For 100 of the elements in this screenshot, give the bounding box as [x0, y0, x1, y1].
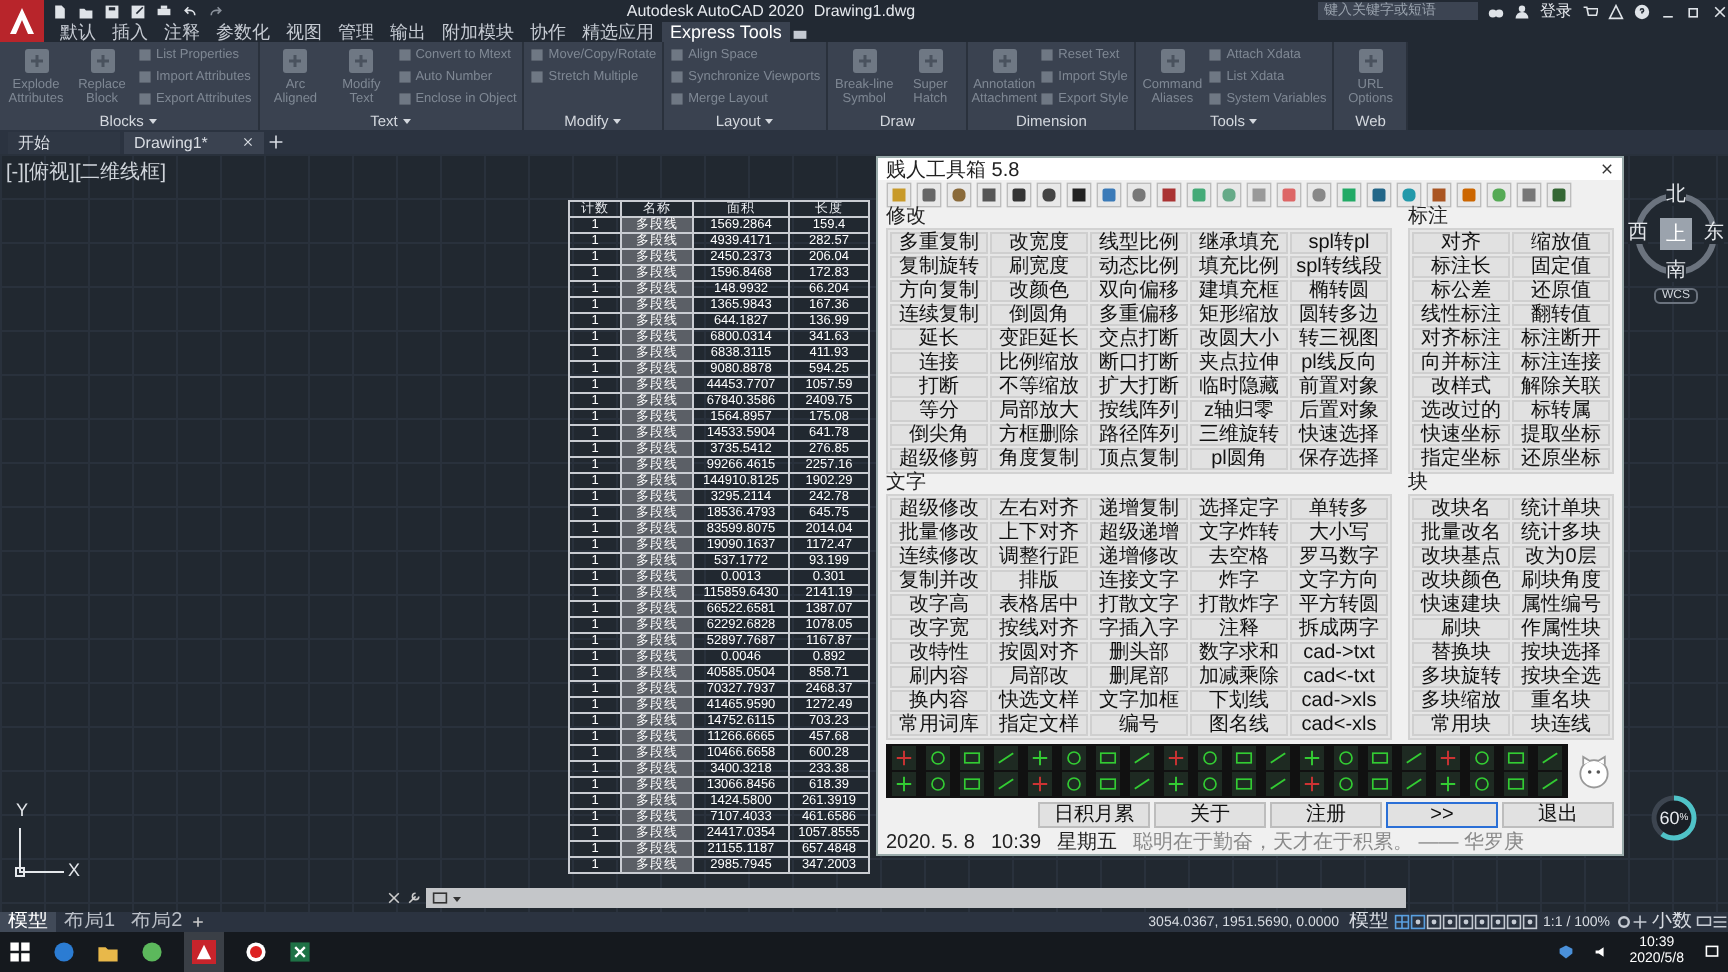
tool-button[interactable]: 等分: [890, 400, 988, 422]
tool-button[interactable]: 还原值: [1512, 280, 1610, 302]
tool-button[interactable]: 递增复制: [1090, 498, 1188, 520]
cart-icon[interactable]: [1582, 3, 1598, 19]
tool-button[interactable]: 还原坐标: [1512, 448, 1610, 470]
sign-in-link[interactable]: 登录: [1540, 0, 1572, 22]
symbol-icon[interactable]: [888, 772, 920, 796]
tool-icon[interactable]: [976, 181, 1002, 207]
tool-button[interactable]: 线型比例: [1090, 232, 1188, 254]
tool-button[interactable]: 向并标注: [1412, 352, 1510, 374]
tool-button[interactable]: 固定值: [1512, 256, 1610, 278]
tool-button[interactable]: 文字炸转: [1190, 522, 1288, 544]
tool-button[interactable]: 方框删除: [990, 424, 1088, 446]
ribbon-tab[interactable]: 默认: [52, 22, 104, 42]
ribbon-tab[interactable]: 协作: [522, 22, 574, 42]
dialog-button[interactable]: 关于: [1154, 802, 1266, 828]
dialog-button[interactable]: 注册: [1270, 802, 1382, 828]
ribbon-tab[interactable]: 视图: [278, 22, 330, 42]
tool-button[interactable]: 批量修改: [890, 522, 988, 544]
tool-button[interactable]: 延长: [890, 328, 988, 350]
close-icon[interactable]: [1600, 162, 1614, 176]
tool-button[interactable]: 圆转多边: [1290, 304, 1388, 326]
tool-button[interactable]: 左右对齐: [990, 498, 1088, 520]
symbol-icon[interactable]: [1058, 746, 1090, 770]
caret-icon[interactable]: [764, 116, 775, 126]
ribbon-tab[interactable]: 输出: [382, 22, 434, 42]
tool-button[interactable]: 连接: [890, 352, 988, 374]
tool-button[interactable]: 换内容: [890, 690, 988, 712]
tool-button[interactable]: 解除关联: [1512, 376, 1610, 398]
dialog-button[interactable]: 退出: [1502, 802, 1614, 828]
tool-button[interactable]: 改宽度: [990, 232, 1088, 254]
caret-icon[interactable]: [147, 116, 158, 126]
compass-east[interactable]: 东: [1704, 224, 1724, 244]
tool-button[interactable]: 加减乘除: [1190, 666, 1288, 688]
tool-button[interactable]: 局部放大: [990, 400, 1088, 422]
tool-button[interactable]: 单转多: [1290, 498, 1388, 520]
plus-icon[interactable]: [190, 914, 207, 930]
tool-button[interactable]: 路径阵列: [1090, 424, 1188, 446]
symbol-icon[interactable]: [1024, 772, 1056, 796]
symbol-icon[interactable]: [1058, 772, 1090, 796]
tool-button[interactable]: 字插入字: [1090, 618, 1188, 640]
symbol-icon[interactable]: [1330, 772, 1362, 796]
tool-button[interactable]: 提取坐标: [1512, 424, 1610, 446]
tool-button[interactable]: 删尾部: [1090, 666, 1188, 688]
plus-icon[interactable]: [268, 134, 284, 150]
ribbon-tab[interactable]: 参数化: [208, 22, 278, 42]
ortho-icon[interactable]: [1425, 914, 1442, 930]
tool-button[interactable]: pl圆角: [1190, 448, 1288, 470]
tool-button[interactable]: 调整行距: [990, 546, 1088, 568]
tool-button[interactable]: 常用块: [1412, 714, 1510, 736]
triangle-icon[interactable]: [1608, 3, 1624, 19]
compass-south[interactable]: 南: [1666, 262, 1686, 282]
symbol-icon[interactable]: [1534, 772, 1566, 796]
tool-button[interactable]: 下划线: [1190, 690, 1288, 712]
tool-button[interactable]: 改块颜色: [1412, 570, 1510, 592]
symbol-icon[interactable]: [1126, 772, 1158, 796]
annotation-icon[interactable]: [1521, 914, 1538, 930]
spreadsheet-icon[interactable]: [288, 940, 312, 964]
tool-button[interactable]: 标注断开: [1512, 328, 1610, 350]
tool-button[interactable]: 临时隐藏: [1190, 376, 1288, 398]
tool-button[interactable]: 改圆大小: [1190, 328, 1288, 350]
tool-button[interactable]: 上下对齐: [990, 522, 1088, 544]
tool-button[interactable]: 改块基点: [1412, 546, 1510, 568]
symbol-icon[interactable]: [1466, 772, 1498, 796]
gear-icon[interactable]: [1616, 914, 1632, 930]
tool-button[interactable]: 改颜色: [990, 280, 1088, 302]
symbol-icon[interactable]: [1194, 746, 1226, 770]
symbol-icon[interactable]: [1364, 772, 1396, 796]
polar-icon[interactable]: [1441, 914, 1458, 930]
symbol-icon[interactable]: [1228, 746, 1260, 770]
tool-button[interactable]: 超级修剪: [890, 448, 988, 470]
tool-button[interactable]: 炸字: [1190, 570, 1288, 592]
selection-icon[interactable]: [1505, 914, 1522, 930]
tool-button[interactable]: 快速建块: [1412, 594, 1510, 616]
tool-button[interactable]: 改为0层: [1512, 546, 1610, 568]
tool-button[interactable]: 夹点拉伸: [1190, 352, 1288, 374]
symbol-icon[interactable]: [1432, 746, 1464, 770]
tool-button[interactable]: 去空格: [1190, 546, 1288, 568]
transparency-icon[interactable]: [1489, 914, 1506, 930]
ribbon-tab[interactable]: 附加模块: [434, 22, 522, 42]
tool-button[interactable]: 继承填充: [1190, 232, 1288, 254]
tool-button[interactable]: spl转线段: [1290, 256, 1388, 278]
ribbon-tab[interactable]: 插入: [104, 22, 156, 42]
tool-button[interactable]: 变距延长: [990, 328, 1088, 350]
tool-button[interactable]: 角度复制: [990, 448, 1088, 470]
tool-button[interactable]: 对齐标注: [1412, 328, 1510, 350]
tool-button[interactable]: 选改过的: [1412, 400, 1510, 422]
tool-button[interactable]: 前置对象: [1290, 376, 1388, 398]
tool-button[interactable]: 平方转圆: [1290, 594, 1388, 616]
symbol-icon[interactable]: [1262, 772, 1294, 796]
tool-button[interactable]: 矩形缩放: [1190, 304, 1288, 326]
tool-button[interactable]: pl线反向: [1290, 352, 1388, 374]
new-file-icon[interactable]: [52, 3, 68, 19]
folder-icon[interactable]: [78, 3, 94, 19]
compass-north[interactable]: 北: [1666, 186, 1686, 206]
symbol-icon[interactable]: [1092, 746, 1124, 770]
symbol-icon[interactable]: [922, 772, 954, 796]
tool-button[interactable]: 建填充框: [1190, 280, 1288, 302]
tool-button[interactable]: 替换块: [1412, 642, 1510, 664]
redo-icon[interactable]: [208, 3, 224, 19]
